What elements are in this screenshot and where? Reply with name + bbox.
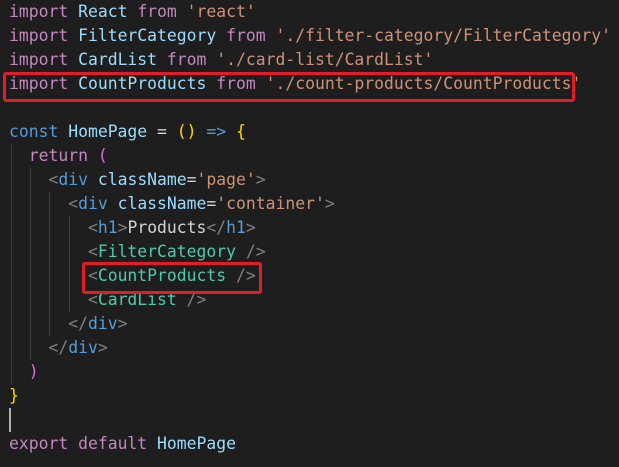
code-token: HomePage bbox=[157, 434, 236, 453]
code-token: default bbox=[78, 434, 148, 453]
code-token: > bbox=[117, 314, 128, 333]
code-line: <div className='container'> bbox=[9, 192, 335, 216]
code-token: div bbox=[78, 194, 108, 213]
code-line: </div> bbox=[9, 336, 108, 360]
code-token: import bbox=[9, 26, 69, 45]
code-token: FilterCategory bbox=[78, 26, 217, 45]
code-token: HomePage bbox=[68, 122, 148, 141]
text-cursor bbox=[9, 408, 11, 432]
code-line: ) bbox=[9, 360, 39, 384]
code-token: Products bbox=[127, 218, 207, 237]
code-token: 'react' bbox=[186, 2, 256, 21]
code-token: h1 bbox=[226, 218, 246, 237]
code-token: > bbox=[324, 194, 335, 213]
code-token: < bbox=[68, 194, 79, 213]
code-token: className bbox=[97, 170, 187, 189]
code-token: ( bbox=[97, 146, 108, 165]
code-token: () bbox=[176, 122, 197, 141]
code-line: </div> bbox=[9, 312, 127, 336]
code-token: './card-list/CardList' bbox=[216, 50, 434, 69]
code-line: <div className='page'> bbox=[9, 168, 266, 192]
code-editor[interactable]: import React from 'react' import FilterCa… bbox=[0, 0, 619, 467]
code-token: /> bbox=[245, 242, 266, 261]
code-token: div bbox=[87, 314, 118, 333]
code-token: from bbox=[137, 2, 177, 21]
code-token: > bbox=[97, 338, 108, 357]
code-token: </ bbox=[206, 218, 227, 237]
code-token: React bbox=[78, 2, 128, 21]
code-line: import FilterCategory from './filter-cat… bbox=[9, 24, 611, 48]
code-token: < bbox=[48, 170, 59, 189]
code-token: import bbox=[9, 50, 69, 69]
code-token: > bbox=[245, 218, 256, 237]
code-line: <FilterCategory /> bbox=[9, 240, 266, 264]
code-line: export default HomePage bbox=[9, 432, 236, 456]
code-line: <h1>Products</h1> bbox=[9, 216, 256, 240]
code-token: className bbox=[117, 194, 207, 213]
code-line: import CardList from './card-list/CardLi… bbox=[9, 48, 433, 72]
code-token: < bbox=[87, 218, 98, 237]
component-highlight-box bbox=[82, 262, 262, 294]
code-token: from bbox=[226, 26, 266, 45]
code-token: div bbox=[68, 338, 98, 357]
code-token: = bbox=[206, 194, 217, 213]
import-highlight-box bbox=[3, 72, 575, 102]
code-token: ) bbox=[28, 362, 39, 381]
code-line: return ( bbox=[9, 144, 108, 168]
code-token: 'page' bbox=[196, 170, 256, 189]
code-token: h1 bbox=[97, 218, 118, 237]
code-token: FilterCategory bbox=[97, 242, 236, 261]
code-line: const HomePage = () => { bbox=[9, 120, 246, 144]
code-token: < bbox=[87, 242, 98, 261]
code-token: CardList bbox=[78, 50, 158, 69]
code-token: } bbox=[9, 386, 19, 405]
code-token: div bbox=[58, 170, 88, 189]
code-token: => bbox=[206, 122, 227, 141]
code-token: </ bbox=[48, 338, 69, 357]
code-token: './filter-category/FilterCategory' bbox=[275, 26, 611, 45]
code-line: import React from 'react' bbox=[9, 0, 256, 24]
code-token: </ bbox=[68, 314, 88, 333]
code-token: return bbox=[28, 146, 88, 165]
code-token: { bbox=[236, 122, 246, 141]
code-token: = bbox=[147, 122, 177, 141]
code-token: export bbox=[9, 434, 69, 453]
code-token: const bbox=[9, 122, 59, 141]
code-line: } bbox=[9, 384, 19, 408]
code-token: > bbox=[117, 218, 128, 237]
code-token: import bbox=[9, 2, 69, 21]
code-token: = bbox=[186, 170, 197, 189]
code-token: 'container' bbox=[216, 194, 325, 213]
code-token: > bbox=[255, 170, 266, 189]
code-token: from bbox=[166, 50, 207, 69]
